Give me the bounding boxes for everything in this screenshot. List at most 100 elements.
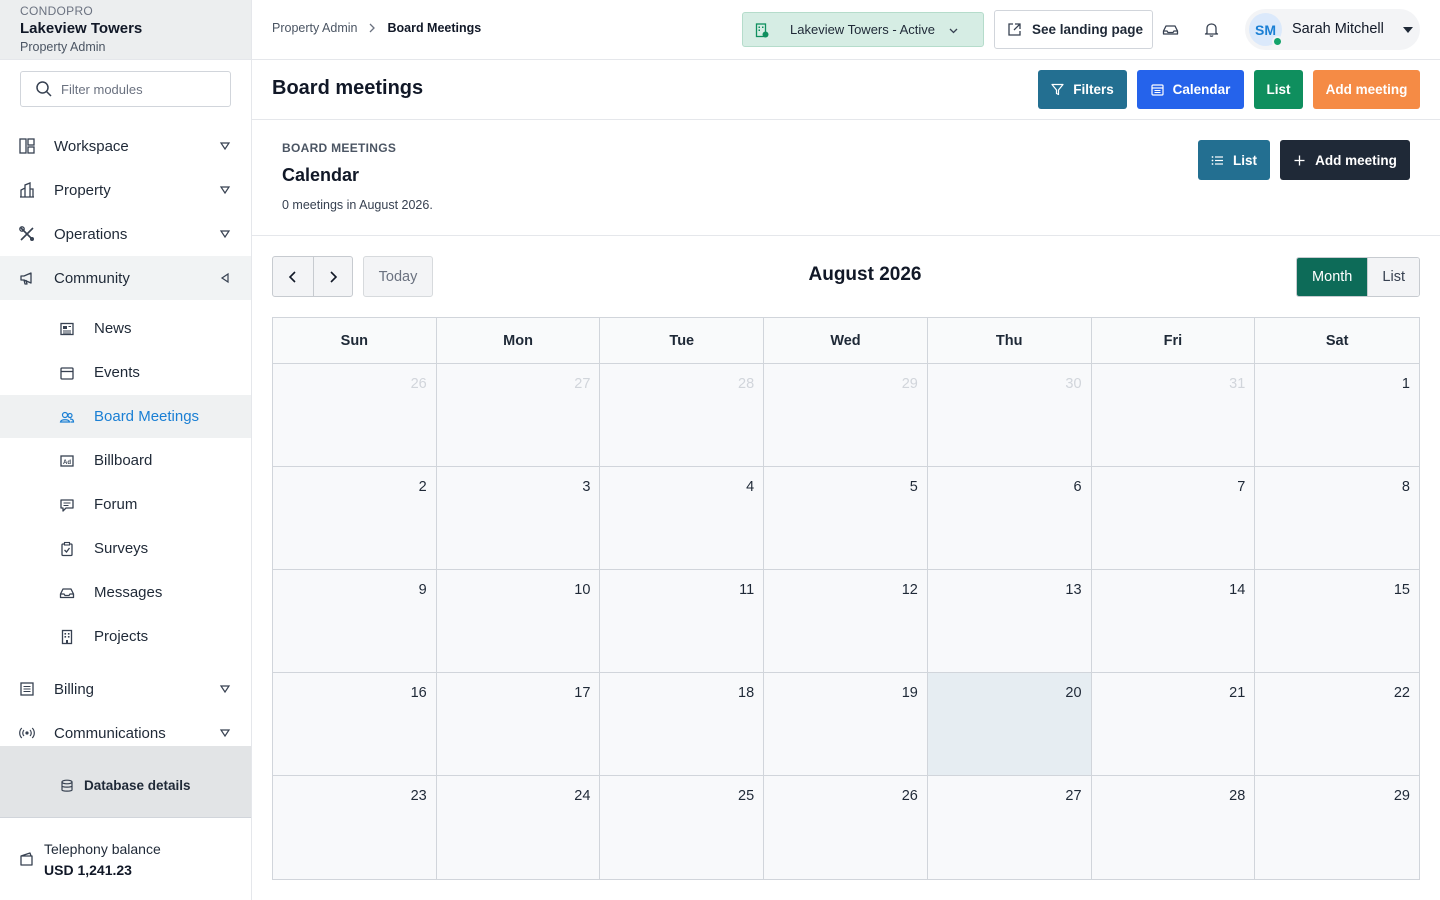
filters-button[interactable]: Filters <box>1038 70 1127 109</box>
calendar-day-cell[interactable]: 6 <box>927 467 1092 570</box>
calendar-day-cell[interactable]: 22 <box>1255 673 1419 776</box>
filter-modules-field[interactable] <box>20 71 231 107</box>
calendar-day-cell[interactable]: 27 <box>927 776 1092 879</box>
calendar-day-cell[interactable]: 2 <box>273 467 437 570</box>
list-button[interactable]: List <box>1254 70 1303 109</box>
day-number: 7 <box>1237 479 1246 495</box>
day-number: 10 <box>574 582 591 598</box>
sidebar-item-board-meetings[interactable]: Board Meetings <box>0 395 251 438</box>
day-number: 26 <box>410 376 427 392</box>
calendar-day-cell[interactable]: 23 <box>273 776 437 879</box>
calendar-day-cell[interactable]: 28 <box>1091 776 1256 879</box>
calendar-day-cell[interactable]: 12 <box>764 570 928 673</box>
sidebar-item-surveys[interactable]: Surveys <box>0 527 251 570</box>
sidebar-group-workspace[interactable]: Workspace <box>0 124 251 168</box>
add-meeting-button[interactable]: Add meeting <box>1313 70 1420 109</box>
calendar-day-cell[interactable]: 31 <box>1091 364 1256 467</box>
broadcast-icon <box>19 727 35 739</box>
section-add-meeting-button[interactable]: Add meeting <box>1280 140 1410 180</box>
calendar-day-cell[interactable]: 30 <box>927 364 1092 467</box>
calendar-button[interactable]: Calendar <box>1137 70 1244 109</box>
wallet-icon <box>20 852 33 866</box>
list-view-button[interactable]: List <box>1367 258 1419 296</box>
bell-icon[interactable] <box>1203 21 1220 38</box>
sidebar-item-billboard[interactable]: Ad Billboard <box>0 439 251 482</box>
calendar-day-cell[interactable]: 27 <box>436 364 601 467</box>
calendar-day-cell[interactable]: 26 <box>764 776 928 879</box>
sidebar-item-label: Messages <box>94 584 163 601</box>
sidebar-group-label: Billing <box>54 680 95 698</box>
calendar-section-header: BOARD MEETINGS Calendar 0 meetings in Au… <box>252 120 1440 236</box>
calendar-day-cell[interactable]: 17 <box>436 673 601 776</box>
user-menu[interactable]: SM Sarah Mitchell <box>1245 9 1420 50</box>
calendar-day-cell-today[interactable]: 20 <box>927 673 1092 776</box>
sidebar-item-events[interactable]: Events <box>0 351 251 394</box>
external-link-icon <box>1008 23 1021 36</box>
telephony-balance: Telephony balance USD 1,241.23 <box>0 818 251 900</box>
database-details-button[interactable]: Database details <box>0 746 251 818</box>
calendar-day-cell[interactable]: 24 <box>436 776 601 879</box>
today-button[interactable]: Today <box>363 256 433 297</box>
layout-icon <box>19 138 35 154</box>
section-subtitle: 0 meetings in August 2026. <box>282 198 433 212</box>
sidebar-item-messages[interactable]: Messages <box>0 571 251 614</box>
previous-month-button[interactable] <box>273 257 313 296</box>
day-number: 28 <box>738 376 755 392</box>
building-chart-icon <box>20 182 34 198</box>
calendar-day-cell[interactable]: 21 <box>1091 673 1256 776</box>
inbox-icon[interactable] <box>1162 21 1179 38</box>
next-month-button[interactable] <box>312 257 353 296</box>
day-number: 27 <box>1065 788 1082 804</box>
day-number: 22 <box>1393 685 1410 701</box>
sidebar-group-property[interactable]: Property <box>0 168 251 212</box>
megaphone-icon <box>20 272 32 285</box>
calendar-day-cell[interactable]: 13 <box>927 570 1092 673</box>
section-list-button[interactable]: List <box>1198 140 1270 180</box>
chevron-down-icon <box>949 28 958 34</box>
property-name: Lakeview Towers <box>20 20 143 37</box>
search-icon <box>36 81 52 97</box>
calendar-day-cell[interactable]: 11 <box>600 570 765 673</box>
calendar-day-cell[interactable]: 4 <box>600 467 765 570</box>
calendar-day-cell[interactable]: 3 <box>436 467 601 570</box>
day-number: 25 <box>738 788 755 804</box>
calendar-day-cell[interactable]: 28 <box>600 364 765 467</box>
calendar-day-cell[interactable]: 15 <box>1255 570 1419 673</box>
calendar-day-cell[interactable]: 29 <box>1255 776 1419 879</box>
day-number: 6 <box>1073 479 1082 495</box>
day-number: 14 <box>1229 582 1246 598</box>
sidebar-item-projects[interactable]: Projects <box>0 615 251 658</box>
day-number: 28 <box>1229 788 1246 804</box>
calendar-day-cell[interactable]: 10 <box>436 570 601 673</box>
day-number: 31 <box>1229 376 1246 392</box>
weekday-header: Thu <box>928 318 1092 363</box>
property-status-dropdown[interactable]: Lakeview Towers - Active <box>742 12 984 47</box>
sidebar-group-community[interactable]: Community <box>0 256 251 300</box>
day-number: 29 <box>901 376 918 392</box>
calendar-day-cell[interactable]: 14 <box>1091 570 1256 673</box>
tools-icon <box>19 226 34 241</box>
calendar-day-cell[interactable]: 19 <box>764 673 928 776</box>
breadcrumb: Property Admin Board Meetings <box>272 21 481 35</box>
month-view-button[interactable]: Month <box>1297 258 1368 296</box>
weekday-header: Sat <box>1325 332 1349 349</box>
calendar-day-cell[interactable]: 29 <box>764 364 928 467</box>
calendar-day-cell[interactable]: 16 <box>273 673 437 776</box>
calendar-day-cell[interactable]: 8 <box>1255 467 1419 570</box>
calendar-day-cell[interactable]: 18 <box>600 673 765 776</box>
page-header: Board meetings Filters Calendar List Add… <box>252 60 1440 120</box>
calendar-day-cell[interactable]: 1 <box>1255 364 1419 467</box>
see-landing-page-button[interactable]: See landing page <box>994 10 1153 49</box>
day-number: 24 <box>574 788 591 804</box>
sidebar-item-news[interactable]: News <box>0 307 251 350</box>
calendar-day-cell[interactable]: 7 <box>1091 467 1256 570</box>
sidebar-group-operations[interactable]: Operations <box>0 212 251 256</box>
sidebar-group-billing[interactable]: Billing <box>0 667 251 711</box>
calendar-day-cell[interactable]: 26 <box>273 364 437 467</box>
sidebar-item-forum[interactable]: Forum <box>0 483 251 526</box>
calendar-day-cell[interactable]: 25 <box>600 776 765 879</box>
filter-modules-input[interactable] <box>61 81 211 97</box>
calendar-day-cell[interactable]: 5 <box>764 467 928 570</box>
breadcrumb-property-admin[interactable]: Property Admin <box>272 21 357 35</box>
calendar-day-cell[interactable]: 9 <box>273 570 437 673</box>
